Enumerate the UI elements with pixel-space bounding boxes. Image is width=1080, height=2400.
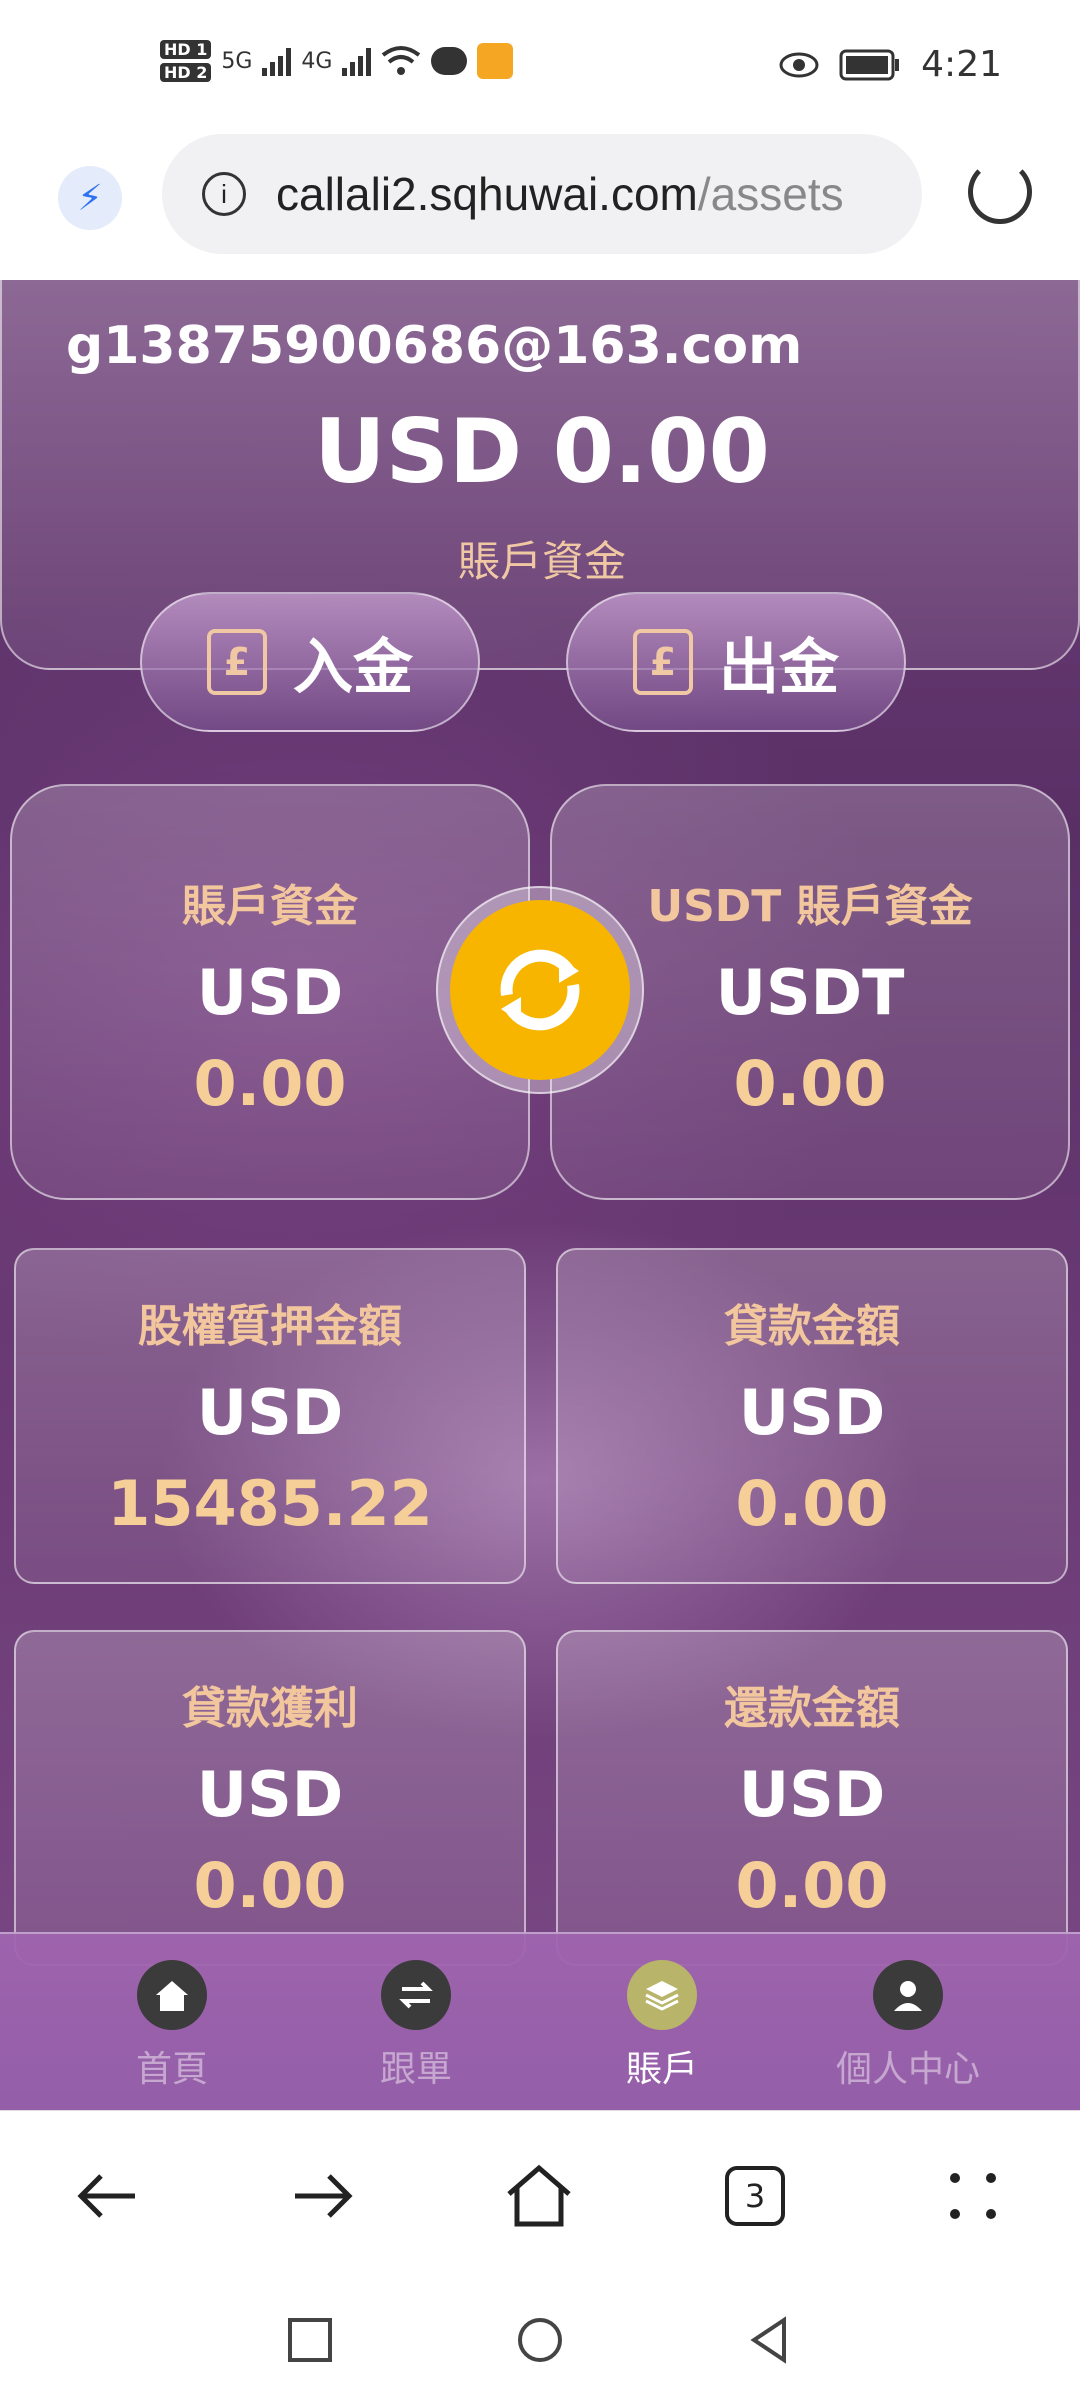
hd-badge: HD 1 HD 2: [160, 40, 212, 82]
tab-label: 賬戶: [625, 2049, 698, 2090]
card-amount: 0.00: [193, 1047, 347, 1120]
status-right: 4:21: [779, 44, 1002, 85]
eye-icon: [779, 52, 819, 77]
tab-count: 3: [725, 2166, 785, 2226]
card-title: 貸款獲利: [182, 1683, 358, 1734]
card-currency: USD: [738, 1758, 886, 1831]
tab-label: 跟單: [379, 2049, 452, 2090]
deposit-button[interactable]: £ 入金: [140, 592, 480, 732]
card-amount: 0.00: [193, 1849, 347, 1922]
user-icon: [873, 1960, 943, 2030]
back-nav-icon[interactable]: [740, 2310, 800, 2370]
weibo-icon: [477, 43, 514, 79]
url-path: /assets: [697, 168, 844, 220]
info-icon[interactable]: i: [202, 172, 246, 216]
network-4g-label: 4G: [301, 48, 333, 74]
card-repayment-amount[interactable]: 還款金額 USD 0.00: [556, 1630, 1068, 1966]
status-left: HD 1 HD 2 5G 4G: [160, 40, 514, 82]
card-amount: 0.00: [735, 1467, 889, 1540]
tab-account[interactable]: 賬戶: [562, 1960, 762, 2092]
card-currency: USD: [196, 1376, 344, 1449]
swap-icon: [381, 1960, 451, 2030]
wechat-icon: [431, 47, 468, 75]
card-loan-amount[interactable]: 貸款金額 USD 0.00: [556, 1248, 1068, 1584]
card-currency: USD: [196, 1758, 344, 1831]
account-total: USD 0.00: [314, 400, 770, 503]
card-currency: USD: [738, 1376, 886, 1449]
withdraw-icon: £: [633, 629, 693, 695]
home-nav-icon[interactable]: [510, 2310, 570, 2370]
card-title: 貸款金額: [724, 1301, 900, 1352]
card-amount: 0.00: [733, 1047, 887, 1120]
reload-icon[interactable]: [968, 160, 1032, 224]
recents-icon[interactable]: [280, 2310, 340, 2370]
card-title: 還款金額: [724, 1683, 900, 1734]
status-bar: HD 1 HD 2 5G 4G 4:21: [0, 0, 1080, 130]
url-host: callali2.sqhuwai.com: [276, 168, 698, 220]
exchange-button[interactable]: [436, 886, 644, 1094]
wifi-icon: [382, 46, 421, 75]
browser-toolbar: 3: [0, 2110, 1080, 2290]
web-content: g13875900686@163.com USD 0.00 賬戶資金 £ 入金 …: [0, 280, 1080, 2110]
back-icon[interactable]: [62, 2151, 152, 2241]
app-tab-bar: 首頁 跟單 賬戶 個人中心: [0, 1932, 1080, 2110]
home-icon: [137, 1960, 207, 2030]
exchange-icon: [450, 900, 630, 1080]
deposit-icon: £: [207, 629, 267, 695]
card-title: 股權質押金額: [138, 1301, 402, 1352]
tab-home[interactable]: 首頁: [72, 1960, 272, 2092]
browser-url-row: ⚡ i callali2.sqhuwai.com/assets: [0, 130, 1080, 280]
tab-label: 首頁: [135, 2049, 208, 2090]
card-title: 賬戶資金: [182, 881, 358, 932]
layers-icon: [627, 1960, 697, 2030]
withdraw-button[interactable]: £ 出金: [566, 592, 906, 732]
card-loan-profit[interactable]: 貸款獲利 USD 0.00: [14, 1630, 526, 1966]
card-equity-pledge[interactable]: 股權質押金額 USD 15485.22: [14, 1248, 526, 1584]
tabs-button[interactable]: 3: [710, 2151, 800, 2241]
more-icon[interactable]: [928, 2151, 1018, 2241]
signal-icon-2: [342, 46, 372, 76]
clock-time: 4:21: [921, 44, 1002, 85]
home-browser-icon[interactable]: [494, 2151, 584, 2241]
account-total-label: 賬戶資金: [457, 537, 626, 586]
withdraw-label: 出金: [719, 632, 839, 703]
network-5g-label: 5G: [221, 48, 253, 74]
card-title: USDT 賬戶資金: [647, 881, 973, 932]
hd2-label: HD 2: [160, 63, 212, 82]
battery-icon: [839, 49, 900, 80]
system-nav-bar: [0, 2290, 1080, 2400]
forward-icon[interactable]: [278, 2151, 368, 2241]
card-amount: 0.00: [735, 1849, 889, 1922]
card-amount: 15485.22: [107, 1467, 433, 1540]
signal-icon: [262, 46, 292, 76]
tab-profile[interactable]: 個人中心: [808, 1960, 1008, 2092]
account-email: g13875900686@163.com: [66, 316, 803, 376]
tab-copy-trade[interactable]: 跟單: [316, 1960, 516, 2092]
address-bar[interactable]: i callali2.sqhuwai.com/assets: [162, 134, 922, 254]
tab-label: 個人中心: [835, 2049, 980, 2090]
deposit-label: 入金: [293, 632, 413, 703]
hd1-label: HD 1: [160, 40, 212, 59]
bolt-icon[interactable]: ⚡: [58, 166, 122, 230]
